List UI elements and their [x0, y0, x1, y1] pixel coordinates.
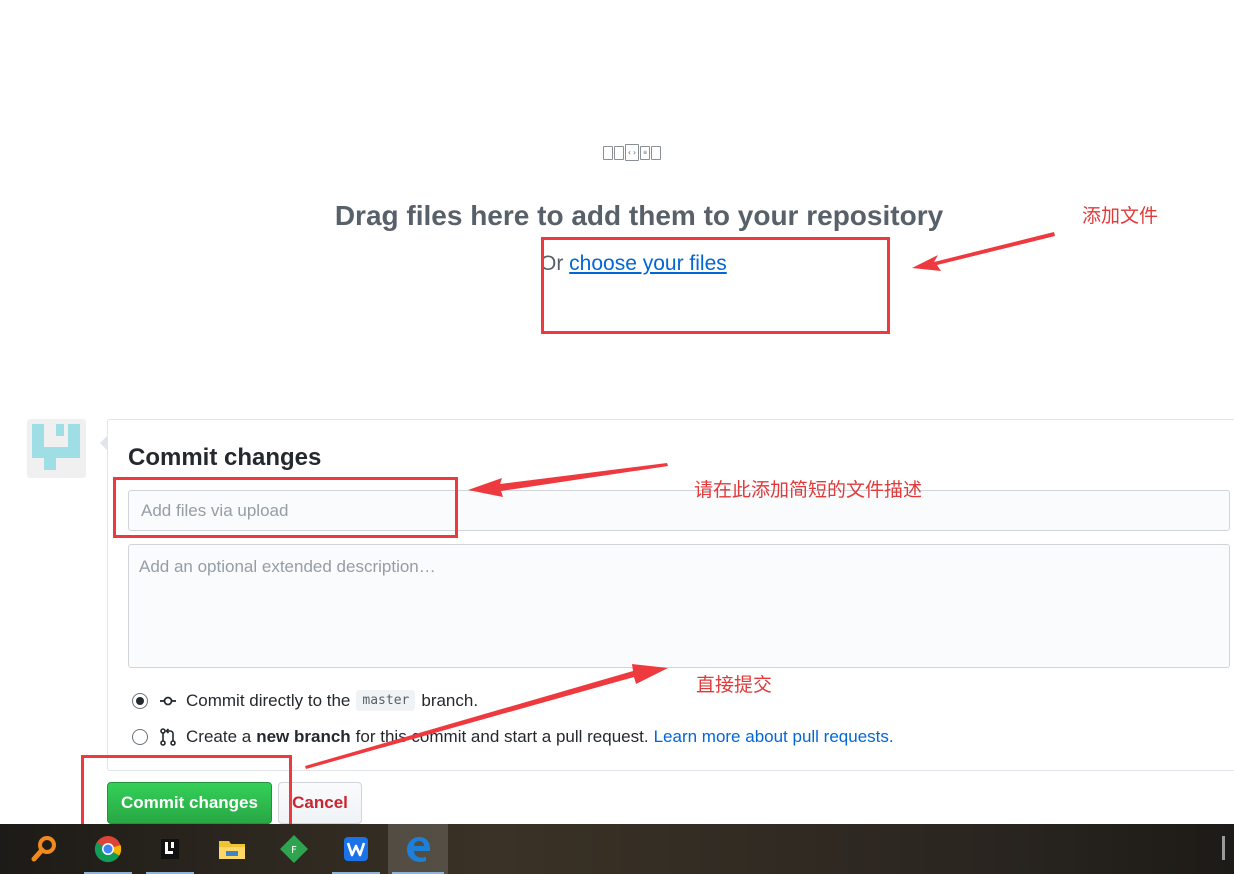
- file-code-icon: ‹›: [625, 144, 639, 161]
- green-diamond-app-icon[interactable]: F: [266, 824, 322, 874]
- windows-taskbar: F: [0, 824, 1234, 874]
- annotation-text-submit: 直接提交: [696, 674, 773, 696]
- annotation-text-describe: 请在此添加简短的文件描述: [694, 479, 923, 501]
- commit-direct-prefix: Commit directly to the: [186, 690, 351, 710]
- branch-name: master: [356, 690, 416, 711]
- new-branch-radio[interactable]: [132, 729, 148, 745]
- annotation-box-choose-files: [541, 237, 890, 334]
- taskbar-resize-handle[interactable]: [1222, 836, 1225, 860]
- commit-description-input[interactable]: [128, 544, 1230, 668]
- new-branch-option[interactable]: Create a new branch for this commit and …: [132, 727, 894, 747]
- file-text-icon: ≡: [640, 146, 650, 160]
- app-l-icon[interactable]: [142, 824, 198, 874]
- annotation-box-summary: [113, 477, 458, 538]
- new-branch-bold: new branch: [256, 727, 351, 746]
- svg-text:F: F: [291, 845, 297, 856]
- annotation-arrow-add-files: [912, 232, 1055, 271]
- file-type-icons: ‹› ≡: [603, 144, 661, 161]
- file-icon: [603, 146, 613, 160]
- commit-direct-suffix: branch.: [421, 690, 479, 710]
- wps-icon[interactable]: [328, 824, 384, 874]
- avatar[interactable]: [27, 419, 86, 478]
- git-commit-icon: [160, 696, 176, 705]
- commit-direct-radio[interactable]: [132, 692, 148, 709]
- drop-zone-title: Drag files here to add them to your repo…: [334, 200, 944, 231]
- file-pdf-icon: [651, 146, 661, 160]
- annotation-text-add-files: 添加文件: [1082, 205, 1159, 227]
- search-icon[interactable]: [17, 824, 73, 874]
- commit-direct-option[interactable]: Commit directly to the master branch.: [132, 690, 478, 711]
- commit-heading: Commit changes: [128, 444, 322, 471]
- learn-more-link[interactable]: Learn more about pull requests.: [654, 727, 894, 747]
- new-branch-suffix: for this commit and start a pull request…: [355, 727, 649, 746]
- file-media-icon: [614, 146, 624, 160]
- chrome-icon[interactable]: [80, 824, 136, 874]
- file-explorer-icon[interactable]: [204, 824, 260, 874]
- new-branch-prefix: Create a: [186, 727, 252, 746]
- edge-icon[interactable]: [388, 824, 448, 874]
- pull-request-icon: [160, 728, 176, 746]
- annotation-box-commit: [81, 755, 292, 828]
